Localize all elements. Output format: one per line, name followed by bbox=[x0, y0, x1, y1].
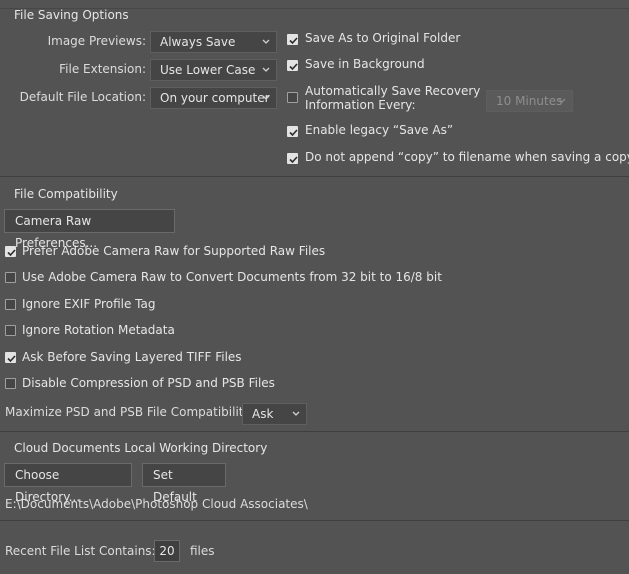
legacy-save-as-label: Enable legacy “Save As” bbox=[305, 123, 454, 137]
convert-32bit-label: Use Adobe Camera Raw to Convert Document… bbox=[22, 270, 442, 284]
chevron-down-icon bbox=[262, 95, 270, 100]
image-previews-select[interactable]: Always Save bbox=[150, 31, 277, 53]
check-icon bbox=[289, 37, 298, 45]
auto-recovery-label-line2: Information Every: bbox=[305, 98, 416, 112]
save-as-original-checkbox[interactable] bbox=[287, 34, 298, 45]
recent-files-count-input[interactable]: 20 bbox=[154, 540, 180, 562]
maximize-compat-value: Ask bbox=[252, 407, 274, 421]
choose-directory-button[interactable]: Choose Directory... bbox=[4, 463, 132, 504]
section-divider bbox=[0, 520, 629, 521]
section-divider bbox=[0, 176, 629, 177]
camera-raw-preferences-button[interactable]: Camera Raw Preferences... bbox=[4, 209, 175, 250]
check-icon bbox=[289, 156, 298, 164]
no-copy-append-checkbox[interactable] bbox=[287, 153, 298, 164]
auto-recovery-checkbox[interactable] bbox=[287, 92, 298, 103]
file-extension-value: Use Lower Case bbox=[160, 63, 256, 77]
default-location-value: On your computer bbox=[160, 91, 270, 105]
ignore-exif-label: Ignore EXIF Profile Tag bbox=[22, 297, 156, 311]
ignore-exif-checkbox[interactable] bbox=[5, 299, 16, 310]
disable-compression-label: Disable Compression of PSD and PSB Files bbox=[22, 376, 275, 390]
cloud-directory-title: Cloud Documents Local Working Directory bbox=[14, 441, 268, 455]
auto-recovery-interval-value: 10 Minutes bbox=[496, 94, 563, 108]
convert-32bit-checkbox[interactable] bbox=[5, 272, 16, 283]
recent-files-label: Recent File List Contains: bbox=[5, 544, 156, 558]
chevron-down-icon bbox=[558, 98, 566, 103]
section-divider bbox=[0, 431, 629, 432]
no-copy-append-label: Do not append “copy” to filename when sa… bbox=[305, 150, 629, 164]
save-in-background-label: Save in Background bbox=[305, 57, 425, 71]
file-compat-title: File Compatibility bbox=[14, 187, 118, 201]
cloud-directory-path: E:\Documents\Adobe\Photoshop Cloud Assoc… bbox=[5, 497, 308, 511]
maximize-compat-label: Maximize PSD and PSB File Compatibility: bbox=[5, 405, 254, 419]
check-icon bbox=[289, 129, 298, 137]
check-icon bbox=[7, 355, 16, 363]
auto-recovery-label-line1: Automatically Save Recovery bbox=[305, 84, 481, 98]
check-icon bbox=[289, 63, 298, 71]
file-extension-select[interactable]: Use Lower Case bbox=[150, 59, 277, 81]
disable-compression-checkbox[interactable] bbox=[5, 378, 16, 389]
legacy-save-as-checkbox[interactable] bbox=[287, 126, 298, 137]
file-extension-label: File Extension: bbox=[59, 62, 146, 76]
ask-layered-tiff-label: Ask Before Saving Layered TIFF Files bbox=[22, 350, 242, 364]
default-location-label: Default File Location: bbox=[19, 90, 146, 104]
save-in-background-checkbox[interactable] bbox=[287, 60, 298, 71]
prefer-camera-raw-checkbox[interactable] bbox=[5, 246, 16, 257]
auto-recovery-interval-select[interactable]: 10 Minutes bbox=[486, 90, 573, 112]
check-icon bbox=[7, 249, 16, 257]
image-previews-value: Always Save bbox=[160, 35, 236, 49]
ignore-rotation-checkbox[interactable] bbox=[5, 325, 16, 336]
chevron-down-icon bbox=[262, 39, 270, 44]
file-saving-title: File Saving Options bbox=[14, 8, 129, 22]
ignore-rotation-label: Ignore Rotation Metadata bbox=[22, 323, 175, 337]
set-default-button[interactable]: Set Default bbox=[142, 463, 226, 504]
ask-layered-tiff-checkbox[interactable] bbox=[5, 352, 16, 363]
default-location-select[interactable]: On your computer bbox=[150, 87, 277, 109]
recent-files-suffix: files bbox=[190, 544, 215, 558]
maximize-compat-select[interactable]: Ask bbox=[242, 403, 307, 425]
chevron-down-icon bbox=[262, 67, 270, 72]
chevron-down-icon bbox=[292, 411, 300, 416]
image-previews-label: Image Previews: bbox=[47, 34, 146, 48]
save-as-original-label: Save As to Original Folder bbox=[305, 31, 461, 45]
prefer-camera-raw-label: Prefer Adobe Camera Raw for Supported Ra… bbox=[22, 244, 326, 258]
